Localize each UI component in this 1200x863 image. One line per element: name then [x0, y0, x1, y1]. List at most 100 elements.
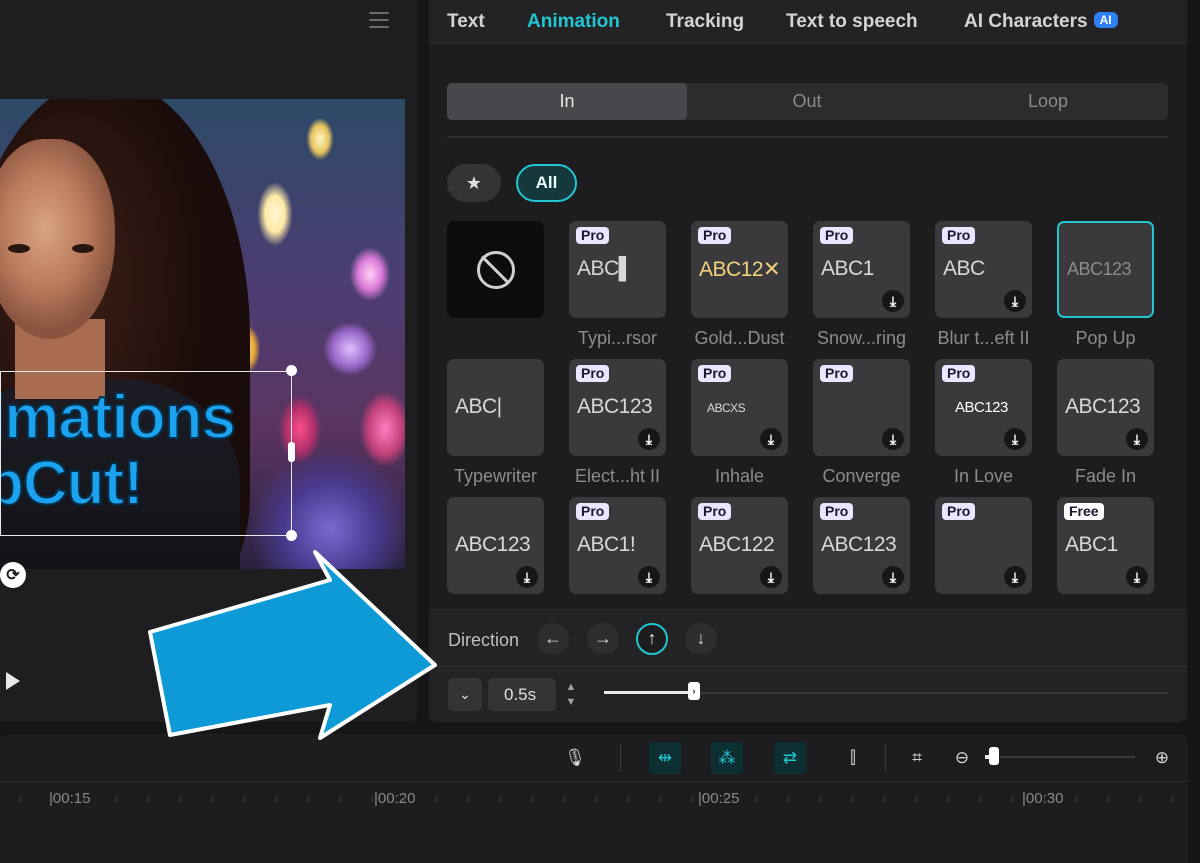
magnet-snap-icon[interactable]: ⇹	[649, 742, 681, 774]
animation-card[interactable]: ABC123 ⤓	[447, 497, 569, 609]
animation-card[interactable]: ABC12✕ Pro Gold...Dust	[691, 221, 813, 359]
download-icon[interactable]: ⤓	[1004, 290, 1026, 312]
animation-card[interactable]: ABC1 Pro ⤓ Snow...ring	[813, 221, 935, 359]
animation-thumbnail[interactable]: ABC123 ⤓	[447, 497, 544, 594]
animation-name: Typewriter	[453, 466, 538, 486]
download-icon[interactable]: ⤓	[760, 428, 782, 450]
ruler-tick	[1044, 796, 1045, 802]
zoom-out-icon[interactable]: ⊖	[946, 742, 978, 774]
timeline-ruler[interactable]: |00:15 |00:20 |00:25 |00:30	[0, 782, 1188, 822]
thumbnail-text: ABC123	[455, 533, 531, 556]
download-icon[interactable]: ⤓	[760, 566, 782, 588]
download-icon[interactable]: ⤓	[882, 428, 904, 450]
resize-handle-right[interactable]	[288, 442, 295, 462]
download-icon[interactable]: ⤓	[516, 566, 538, 588]
animation-card[interactable]: ABC1 Free ⤓	[1057, 497, 1175, 609]
ruler-tick	[596, 796, 597, 802]
pro-badge: Pro	[942, 365, 976, 382]
tab-text-to-speech[interactable]: Text to speech	[786, 11, 918, 33]
animation-card[interactable]: Pro ⤓ Converge	[813, 359, 935, 497]
tab-ai-characters[interactable]: AI Characters AI	[964, 11, 1118, 33]
segment-loop[interactable]: Loop	[928, 83, 1168, 120]
animation-thumbnail[interactable]: ABCXS Pro ⤓	[691, 359, 788, 456]
segment-out[interactable]: Out	[687, 83, 927, 120]
direction-down-button[interactable]: ↓	[685, 623, 717, 655]
direction-right-button[interactable]: →	[587, 623, 619, 655]
animation-thumbnail[interactable]: ABC1 Free ⤓	[1057, 497, 1154, 594]
pro-badge: Pro	[942, 503, 976, 520]
animation-card[interactable]: ABC123 ⤓ Fade In	[1057, 359, 1175, 497]
thumbnail-text: ABC123	[577, 395, 653, 418]
animation-card[interactable]: ABC123 Pro ⤓	[813, 497, 935, 609]
ruler-tick	[20, 796, 21, 802]
tab-text[interactable]: Text	[447, 11, 485, 33]
animation-card[interactable]: ABC Pro ⤓ Blur t...eft II	[935, 221, 1057, 359]
auto-snap-icon[interactable]: ⁂	[711, 742, 743, 774]
selection-box[interactable]	[0, 371, 292, 536]
animation-card[interactable]: ABC122 Pro ⤓	[691, 497, 813, 609]
animation-card[interactable]: ABC123 Pop Up	[1057, 221, 1175, 359]
link-clips-icon[interactable]: ⇄	[774, 742, 806, 774]
animation-thumbnail[interactable]: ABC123 ⤓	[1057, 359, 1154, 456]
rotate-icon[interactable]: ⟳	[0, 562, 26, 588]
tab-animation[interactable]: Animation	[527, 11, 620, 33]
animation-card[interactable]: ABC123 Pro ⤓ Elect...ht II	[569, 359, 691, 497]
download-icon[interactable]: ⤓	[638, 566, 660, 588]
resize-handle-top-right[interactable]	[286, 365, 297, 376]
microphone-icon[interactable]: 🎙	[559, 742, 591, 774]
duration-input[interactable]: 0.5s	[488, 678, 556, 711]
download-icon[interactable]: ⤓	[1126, 566, 1148, 588]
player-header	[0, 0, 417, 42]
download-icon[interactable]: ⤓	[882, 566, 904, 588]
ruler-tick	[276, 796, 277, 802]
download-icon[interactable]: ⤓	[1004, 428, 1026, 450]
animation-thumbnail[interactable]: ABC122 Pro ⤓	[691, 497, 788, 594]
segment-in[interactable]: In	[447, 83, 687, 120]
download-icon[interactable]: ⤓	[1126, 428, 1148, 450]
play-icon[interactable]	[6, 672, 20, 690]
zoom-slider-track[interactable]	[985, 756, 1135, 758]
animation-name: Fade In	[1074, 466, 1137, 486]
animation-thumbnail[interactable]: Pro ⤓	[813, 359, 910, 456]
animation-thumbnail[interactable]: ABC1 Pro ⤓	[813, 221, 910, 318]
chevron-down-icon[interactable]: ⌄	[448, 678, 482, 711]
animation-thumbnail[interactable]: ABC Pro ⤓	[935, 221, 1032, 318]
duration-slider-fill	[604, 691, 694, 694]
animation-card[interactable]	[447, 221, 569, 359]
animation-card[interactable]: ABC| Typewriter	[447, 359, 569, 497]
animation-thumbnail[interactable]: ABC123 Pro ⤓	[813, 497, 910, 594]
direction-left-button[interactable]: ←	[537, 623, 569, 655]
animation-card[interactable]: ABC1! Pro ⤓	[569, 497, 691, 609]
animation-card[interactable]: Pro ⤓	[935, 497, 1057, 609]
animation-thumbnail[interactable]: ABC123	[1057, 221, 1154, 318]
animation-card[interactable]: ABC123 Pro ⤓ In Love	[935, 359, 1057, 497]
animation-card[interactable]: ABCXS Pro ⤓ Inhale	[691, 359, 813, 497]
animation-thumbnail[interactable]: ABC123 Pro ⤓	[569, 359, 666, 456]
animation-name: Pop Up	[1075, 328, 1136, 348]
animation-thumbnail[interactable]: ABC▌ Pro	[569, 221, 666, 318]
favorites-button[interactable]: ★	[447, 164, 501, 202]
menu-icon[interactable]	[369, 12, 389, 28]
download-icon[interactable]: ⤓	[882, 290, 904, 312]
divider	[447, 136, 1168, 138]
animation-card[interactable]: ABC▌ Pro Typi...rsor	[569, 221, 691, 359]
zoom-in-icon[interactable]: ⊕	[1146, 742, 1178, 774]
ruler-tick	[788, 796, 789, 802]
download-icon[interactable]: ⤓	[1004, 566, 1026, 588]
animation-thumbnail[interactable]: ABC|	[447, 359, 544, 456]
split-icon[interactable]: ⫿	[837, 742, 869, 774]
download-icon[interactable]: ⤓	[638, 428, 660, 450]
duration-stepper[interactable]: ▲ ▼	[559, 678, 583, 711]
filter-all-button[interactable]: All	[516, 164, 577, 202]
direction-up-button[interactable]: ↑	[636, 623, 668, 655]
timeline-toolbar: 🎙 ⇹ ⁂ ⇄ ⫿ ⌗ ⊖ ⊕	[0, 734, 1188, 782]
animation-thumbnail[interactable]: ABC12✕ Pro	[691, 221, 788, 318]
preview-axis-icon[interactable]: ⌗	[901, 742, 933, 774]
duration-slider-handle[interactable]: ›	[688, 682, 700, 700]
animation-thumbnail[interactable]: ABC123 Pro ⤓	[935, 359, 1032, 456]
animation-thumbnail[interactable]	[447, 221, 544, 318]
zoom-slider-handle[interactable]	[989, 747, 999, 765]
animation-thumbnail[interactable]: Pro ⤓	[935, 497, 1032, 594]
animation-thumbnail[interactable]: ABC1! Pro ⤓	[569, 497, 666, 594]
tab-tracking[interactable]: Tracking	[666, 11, 744, 33]
